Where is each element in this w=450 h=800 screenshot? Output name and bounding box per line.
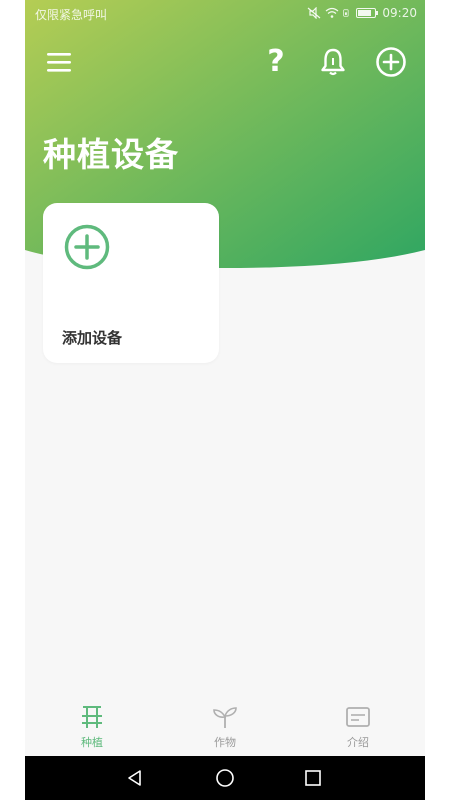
plus-circle-icon <box>376 47 406 77</box>
add-device-label: 添加设备 <box>62 329 123 347</box>
sprout-icon <box>213 707 237 728</box>
help-button[interactable]: ? <box>256 40 296 84</box>
page-title: 种植设备 <box>43 135 179 174</box>
nav-item-planting[interactable]: 种植 <box>25 700 159 756</box>
planter-icon <box>82 706 102 728</box>
nav-item-intro[interactable]: 介绍 <box>291 700 425 756</box>
add-device-card[interactable]: 添加设备 <box>43 203 219 363</box>
notifications-button[interactable] <box>313 40 353 84</box>
back-icon <box>128 770 141 786</box>
nav-label-crops: 作物 <box>214 736 236 749</box>
nav-label-intro: 介绍 <box>347 736 369 749</box>
bell-icon <box>321 48 345 76</box>
back-button[interactable] <box>115 764 155 792</box>
nav-label-planting: 种植 <box>81 736 103 749</box>
system-navigation-bar <box>25 756 425 800</box>
carrier-text: 仅限紧急呼叫 <box>35 8 108 22</box>
menu-icon <box>47 53 71 72</box>
clock: 09:20 <box>382 6 417 20</box>
add-button[interactable] <box>371 40 411 84</box>
sim-icon <box>343 9 349 17</box>
nav-item-crops[interactable]: 作物 <box>158 700 292 756</box>
home-button[interactable] <box>205 764 245 792</box>
help-icon: ? <box>267 44 285 79</box>
status-bar: 仅限紧急呼叫 09:20 <box>25 0 425 28</box>
menu-button[interactable] <box>39 40 79 84</box>
app-screen: 仅限紧急呼叫 09:20 ? 种植设备 添加设备 种植 作物 介绍 <box>25 0 425 800</box>
mute-icon <box>308 7 321 19</box>
status-icons: 09:20 <box>307 6 417 20</box>
document-icon <box>346 707 370 727</box>
wifi-icon <box>326 7 339 18</box>
battery-icon <box>356 8 379 18</box>
bottom-navigation: 种植 作物 介绍 <box>25 700 425 756</box>
top-toolbar: ? <box>25 40 425 86</box>
home-icon <box>216 769 234 787</box>
recent-apps-button[interactable] <box>293 764 333 792</box>
plus-circle-icon <box>64 224 110 270</box>
recent-apps-icon <box>305 770 321 786</box>
